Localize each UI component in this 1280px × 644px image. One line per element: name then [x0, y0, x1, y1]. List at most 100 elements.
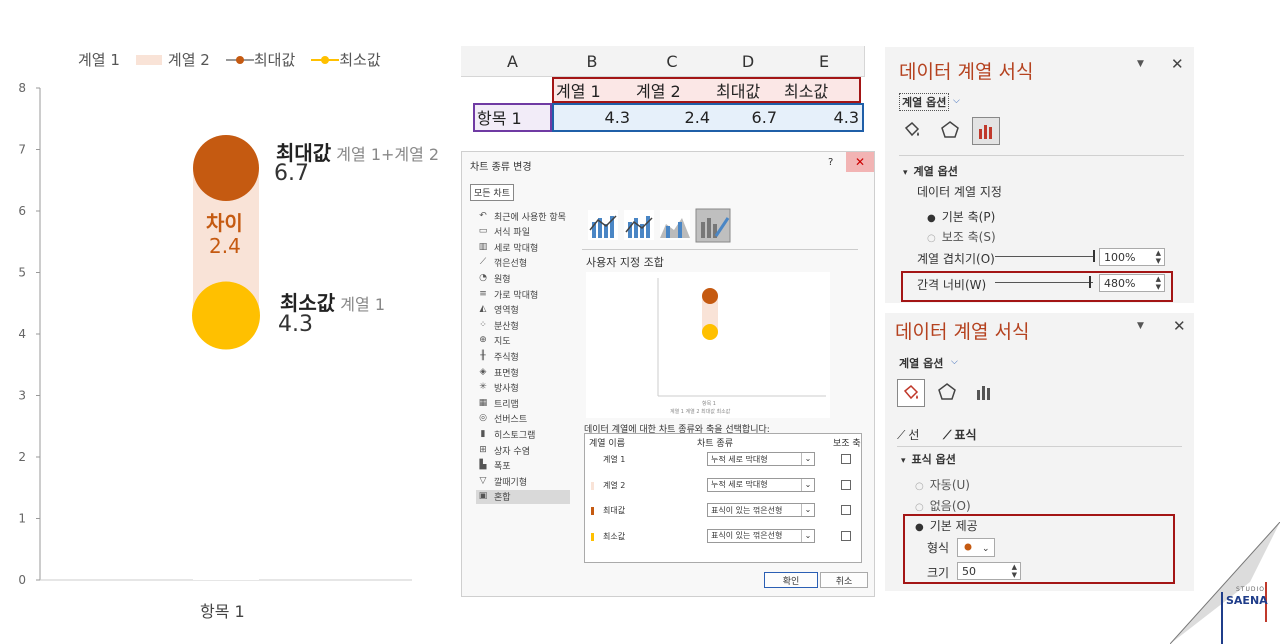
overlap-slider-thumb[interactable]: [1093, 250, 1095, 262]
secondary-axis-radio[interactable]: ○ 보조 축(S): [927, 228, 996, 245]
combo-thumb-3[interactable]: [660, 210, 690, 240]
svg-text:⌄: ⌄: [982, 544, 990, 554]
sidebar-item[interactable]: ◭ 영역형: [478, 303, 519, 317]
excel-col-d[interactable]: D: [712, 46, 785, 77]
cell-c1[interactable]: 계열 2: [636, 76, 681, 104]
sidebar-item[interactable]: ◎ 선버스트: [478, 412, 527, 426]
sidebar-item[interactable]: ▮ 히스토그램: [478, 427, 536, 441]
gap-width-spin[interactable]: 480% ▲ ▼: [1099, 274, 1165, 292]
preview-chart-svg: [657, 278, 826, 397]
sidebar-item[interactable]: ↶ 최근에 사용한 항목: [478, 209, 566, 223]
sidebar-item[interactable]: ✳ 방사형: [478, 381, 519, 395]
y-tick-label: 2: [18, 450, 26, 464]
cell-b2[interactable]: 4.3: [552, 103, 630, 131]
secondary-axis-checkbox[interactable]: [841, 505, 851, 515]
series-chart-type-select[interactable]: 누적 세로 막대형 ⌄: [707, 452, 815, 466]
panel1-section[interactable]: ▾ 계열 옵션: [903, 163, 958, 179]
cancel-button[interactable]: 취소: [820, 572, 868, 588]
panel2-effects-icon[interactable]: [934, 379, 960, 405]
sidebar-item-icon: ↶: [479, 210, 487, 221]
overlap-spin[interactable]: 100% ▲ ▼: [1099, 248, 1165, 266]
chevron-down-icon[interactable]: ⌄: [801, 504, 814, 516]
sidebar-item[interactable]: ◔ 원형: [478, 271, 511, 285]
sidebar-item[interactable]: ⟋ 꺾은선형: [478, 256, 527, 270]
excel-col-c[interactable]: C: [632, 46, 713, 77]
ok-button[interactable]: 확인: [764, 572, 818, 588]
format-series-panel-1: 데이터 계열 서식 ▼ ✕ 계열 옵션 ⌵ ▾ 계열 옵션 데이터 계열 지정 ●…: [885, 47, 1194, 303]
sidebar-item[interactable]: ▦ 트리맵: [478, 396, 519, 410]
fill-line-icon[interactable]: [899, 117, 925, 143]
effects-icon[interactable]: [937, 117, 963, 143]
panel2-menu-icon[interactable]: ▼: [1137, 321, 1144, 331]
sidebar-item[interactable]: ⊕ 지도: [478, 334, 511, 348]
marker-size-spin[interactable]: 50 ▲ ▼: [957, 562, 1021, 580]
panel2-series-options-icon[interactable]: [971, 379, 997, 405]
chevron-down-icon[interactable]: ⌄: [801, 453, 814, 465]
cell-a2[interactable]: 항목 1: [477, 103, 522, 131]
sidebar-item-icon: ≡: [479, 288, 487, 299]
sidebar-item[interactable]: ⁘ 분산형: [478, 318, 519, 332]
help-button[interactable]: ?: [828, 157, 833, 168]
x-category-label: 항목 1: [200, 602, 245, 621]
marker-auto-radio[interactable]: ○ 자동(U): [915, 476, 970, 493]
sidebar-item-label: 지도: [494, 337, 511, 348]
marker-size-label: 크기: [927, 566, 950, 580]
sidebar-item[interactable]: ▭ 서식 파일: [478, 225, 530, 239]
gap-spin-arrows-icon[interactable]: ▲ ▼: [1156, 275, 1161, 291]
series-chart-type-select[interactable]: 표식이 있는 꺾은선형 ⌄: [707, 528, 815, 543]
panel2-options-chevron-icon[interactable]: ⌵: [951, 357, 958, 367]
panel1-close-icon[interactable]: ✕: [1171, 55, 1184, 73]
excel-col-e[interactable]: E: [784, 46, 865, 77]
y-tick-label: 8: [18, 81, 26, 95]
gap-slider-thumb[interactable]: [1089, 276, 1092, 288]
y-tick-label: 7: [18, 143, 26, 157]
marker-none-radio[interactable]: ○ 없음(O): [915, 497, 971, 514]
chevron-down-icon[interactable]: ⌄: [801, 478, 814, 491]
combo-thumb-custom[interactable]: [695, 208, 731, 243]
marker-builtin-radio[interactable]: ● 기본 제공: [915, 517, 978, 534]
gap-slider-track[interactable]: [995, 282, 1093, 283]
sidebar-item[interactable]: ◈ 표면형: [478, 365, 519, 379]
series-chart-type-select[interactable]: 누적 세로 막대형 ⌄: [707, 477, 815, 492]
cell-d1[interactable]: 최대값: [716, 76, 760, 104]
excel-col-b[interactable]: B: [552, 46, 633, 77]
secondary-axis-checkbox[interactable]: [841, 479, 851, 490]
cell-b1[interactable]: 계열 1: [556, 76, 601, 104]
overlap-slider-track[interactable]: [995, 256, 1093, 257]
panel2-fill-line-icon[interactable]: [897, 379, 925, 407]
combo-thumb-1[interactable]: [588, 210, 618, 240]
cell-e1[interactable]: 최소값: [784, 76, 828, 104]
sidebar-item[interactable]: ╫ 주식형: [478, 349, 519, 363]
cell-d2[interactable]: 6.7: [712, 103, 777, 131]
cell-e2[interactable]: 4.3: [784, 103, 859, 131]
tab-all-charts[interactable]: 모든 차트: [470, 184, 514, 201]
series-chart-type-select[interactable]: 표식이 있는 꺾은선형 ⌄: [707, 503, 815, 517]
panel1-options-dropdown[interactable]: 계열 옵션: [899, 93, 950, 111]
sidebar-item[interactable]: ▥ 세로 막대형: [478, 240, 539, 254]
sidebar-item[interactable]: ▣ 혼합: [476, 489, 570, 504]
marker-options-section[interactable]: ▾ 표식 옵션: [901, 451, 956, 467]
panel2-options-dropdown[interactable]: 계열 옵션: [899, 355, 943, 371]
series-options-icon[interactable]: [972, 117, 1000, 145]
tab-line[interactable]: ⟋ 선: [897, 426, 919, 443]
secondary-axis-checkbox[interactable]: [841, 454, 851, 464]
size-spin-arrows-icon[interactable]: ▲ ▼: [1012, 563, 1017, 579]
overlap-spin-arrows-icon[interactable]: ▲ ▼: [1156, 249, 1161, 265]
close-button[interactable]: ✕: [846, 152, 874, 172]
excel-col-a[interactable]: A: [473, 46, 553, 77]
panel2-close-icon[interactable]: ✕: [1173, 317, 1186, 335]
panel1-menu-icon[interactable]: ▼: [1137, 59, 1144, 69]
marker-type-select[interactable]: ⌄: [957, 538, 995, 557]
sidebar-item[interactable]: ≡ 가로 막대형: [478, 287, 538, 301]
chevron-down-icon[interactable]: ⌄: [801, 529, 814, 542]
sidebar-item[interactable]: ⊞ 상자 수염: [478, 443, 530, 457]
combo-thumb-2[interactable]: [624, 210, 654, 240]
sidebar-item[interactable]: ▙ 폭포: [478, 459, 511, 473]
sidebar-item[interactable]: ▽ 깔때기형: [478, 474, 528, 488]
cell-c2[interactable]: 2.4: [632, 103, 710, 131]
secondary-axis-checkbox[interactable]: [841, 530, 851, 541]
panel1-options-chevron-icon[interactable]: ⌵: [953, 96, 960, 106]
primary-axis-radio[interactable]: ● 기본 축(P): [927, 208, 995, 225]
tab-marker[interactable]: ⟋ 표식: [943, 426, 977, 443]
y-tick-label: 6: [18, 204, 26, 218]
